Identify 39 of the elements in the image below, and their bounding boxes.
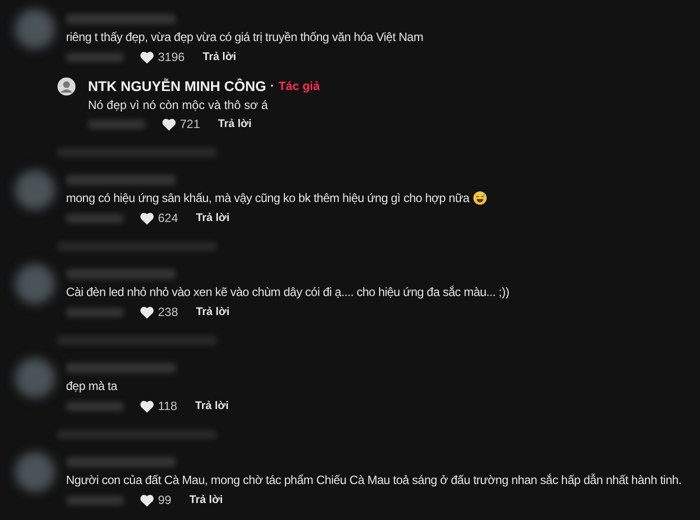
like-count: 238 xyxy=(158,304,178,321)
reply-link[interactable]: Trả lời xyxy=(195,398,229,414)
reply-link[interactable]: Trả lời xyxy=(218,116,252,132)
like-count: 3196 xyxy=(158,49,185,66)
like-count: 624 xyxy=(158,210,178,227)
author-name: NTK NGUYỄN MINH CÔNG xyxy=(88,76,266,96)
like-count: 721 xyxy=(180,116,200,133)
comment-text: Người con của đất Cà Mau, mong chờ tác phẩm Chiếu Cà Mau toả sáng ở đấu trường nhan sắc hấp dẫn nhất hành tinh. xyxy=(66,472,682,489)
reply-text: Nó đẹp vì nó còn mộc và thô sơ á xyxy=(88,97,269,114)
avatar xyxy=(15,358,55,398)
reply-link[interactable]: Trả lời xyxy=(202,48,236,66)
like-count: 118 xyxy=(158,398,178,415)
heart-icon[interactable] xyxy=(140,50,154,64)
blurred-date xyxy=(66,308,124,316)
heart-icon[interactable] xyxy=(140,494,154,506)
blurred-date xyxy=(88,120,146,128)
heart-icon[interactable] xyxy=(140,212,154,224)
avatar xyxy=(57,77,76,96)
reply-link[interactable]: Trả lời xyxy=(196,304,230,320)
comment-text: đẹp mà ta xyxy=(66,378,118,395)
heart-icon[interactable] xyxy=(140,306,154,318)
reply-link[interactable]: Trả lời xyxy=(196,210,230,226)
comment-text: mong có hiệu ứng sân khấu, mà vậy cũng ko bk thêm hiệu ứng gì cho hợp nữa xyxy=(66,188,488,208)
comment-text: Cài đèn led nhỏ nhỏ vào xen kẽ vào chùm dây cói đi ạ.... cho hiệu ứng đa sắc màu... ;)) xyxy=(66,284,510,301)
avatar xyxy=(15,264,55,304)
heart-icon[interactable] xyxy=(162,118,176,130)
comment-text: riêng t thấy đẹp, vừa đẹp vừa có giá trị truyền thống văn hóa Việt Nam xyxy=(66,29,424,46)
avatar xyxy=(15,170,55,210)
blurred-date xyxy=(66,496,124,504)
separator-dot: · xyxy=(270,77,274,96)
avatar xyxy=(15,9,55,49)
blurred-date xyxy=(66,402,124,410)
reply-link[interactable]: Trả lời xyxy=(189,492,223,508)
blurred-date xyxy=(66,214,124,222)
heart-icon[interactable] xyxy=(140,400,154,412)
like-count: 99 xyxy=(158,492,172,509)
avatar xyxy=(15,452,55,492)
author-role-label: Tác giả xyxy=(278,78,320,95)
blurred-date xyxy=(66,52,124,62)
